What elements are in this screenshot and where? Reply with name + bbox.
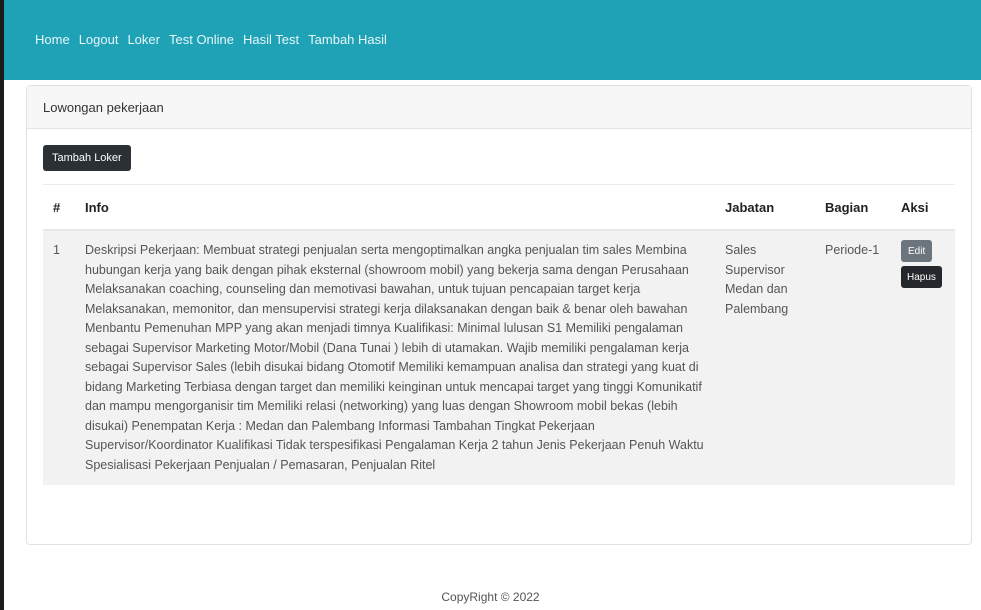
row-actions: Edit Hapus	[891, 230, 955, 485]
edit-button[interactable]: Edit	[901, 240, 933, 262]
job-table: # Info Jabatan Bagian Aksi 1 Deskripsi P…	[43, 184, 955, 485]
window-frame-edge	[0, 0, 4, 610]
header-jabatan: Jabatan	[715, 184, 815, 231]
row-jabatan: Sales Supervisor Medan dan Palembang	[725, 243, 789, 316]
row-number: 1	[53, 243, 60, 257]
nav-test-online-link[interactable]: Test Online	[169, 32, 234, 47]
row-bagian: Periode-1	[825, 243, 880, 257]
header-info: Info	[75, 184, 715, 231]
header-bagian: Bagian	[815, 184, 891, 231]
nav-tambah-hasil-link[interactable]: Tambah Hasil	[308, 32, 387, 47]
header-num: #	[43, 184, 75, 231]
table-header-row: # Info Jabatan Bagian Aksi	[43, 184, 955, 231]
nav-hasil-test-link[interactable]: Hasil Test	[243, 32, 299, 47]
nav-links: Home Logout Loker Test Online Hasil Test…	[35, 32, 396, 47]
top-navbar: Home Logout Loker Test Online Hasil Test…	[4, 0, 981, 80]
job-listing-card: Lowongan pekerjaan Tambah Loker # Info J…	[26, 85, 972, 545]
table-row: 1 Deskripsi Pekerjaan: Membuat strategi …	[43, 230, 955, 485]
delete-button[interactable]: Hapus	[901, 266, 942, 288]
nav-logout-link[interactable]: Logout	[79, 32, 119, 47]
row-info: Deskripsi Pekerjaan: Membuat strategi pe…	[85, 243, 704, 472]
nav-home-link[interactable]: Home	[35, 32, 70, 47]
add-job-button[interactable]: Tambah Loker	[43, 145, 131, 171]
nav-loker-link[interactable]: Loker	[127, 32, 160, 47]
header-aksi: Aksi	[891, 184, 955, 231]
card-header: Lowongan pekerjaan	[27, 86, 971, 129]
footer-copyright: CopyRight © 2022	[441, 590, 540, 604]
